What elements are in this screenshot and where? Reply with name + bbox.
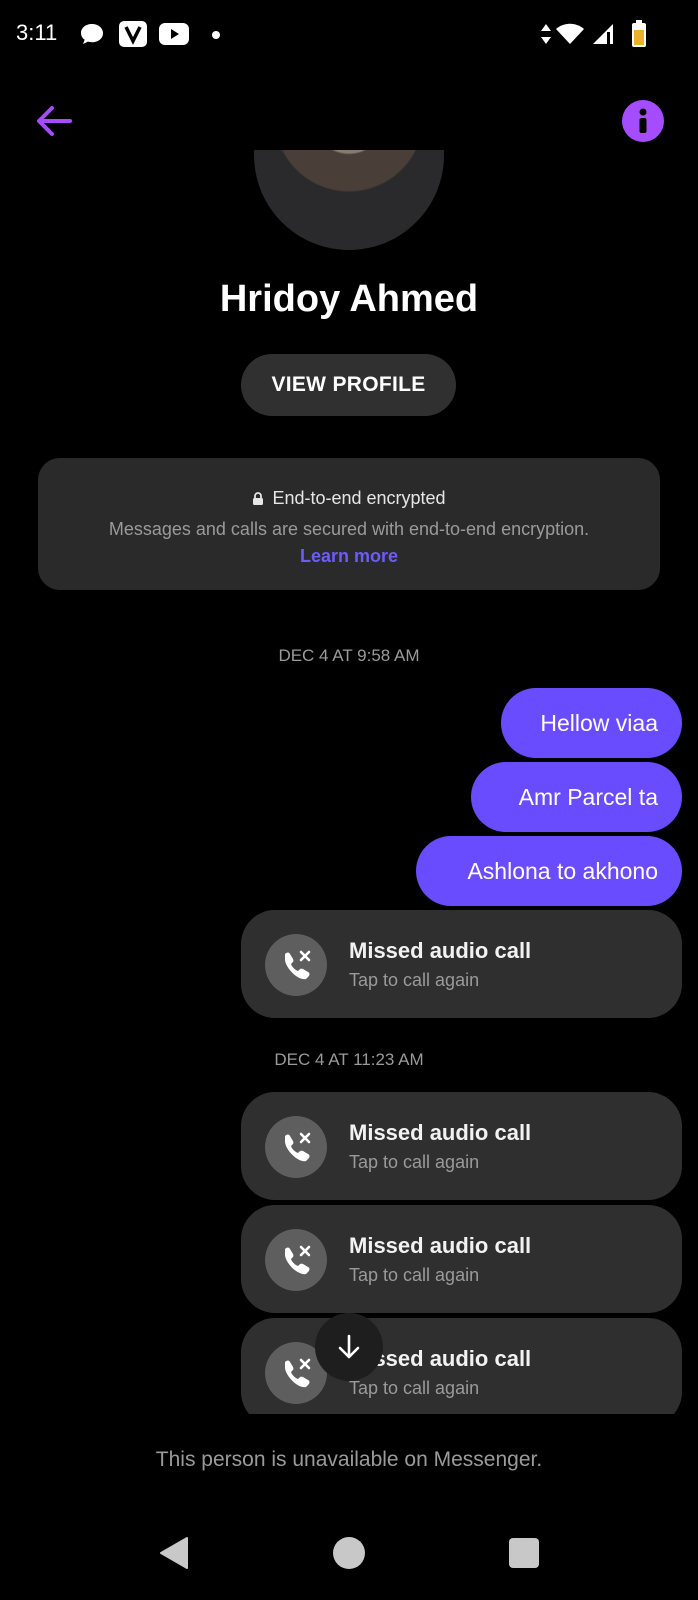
call-title: Missed audio call [349,1233,532,1258]
data-arrows-icon [539,21,553,47]
missed-call-card[interactable]: Missed audio call Tap to call again [241,1205,682,1313]
message-bubble[interactable]: Amr Parcel ta [471,762,682,832]
back-button[interactable] [30,96,80,146]
message-bubble[interactable]: Hellow viaa [501,688,682,758]
triangle-back-icon [160,1537,188,1569]
arrow-left-icon [37,106,72,136]
signal-icon [590,21,616,47]
avatar[interactable] [254,150,444,250]
missed-call-card[interactable]: Missed audio call Tap to call again [241,1092,682,1200]
nav-recents-button[interactable] [509,1538,539,1568]
encryption-description: Messages and calls are secured with end-… [108,519,590,539]
missed-call-icon [265,1229,327,1291]
v-app-icon [118,21,148,47]
view-profile-button[interactable]: VIEW PROFILE [241,354,456,416]
unavailable-notice: This person is unavailable on Messenger. [155,1448,543,1471]
missed-call-card[interactable]: Missed audio call Tap to call again [241,1318,682,1426]
wifi-icon [554,21,586,47]
call-title: Missed audio call [349,1120,532,1145]
status-bar: 3:11 [0,0,698,72]
contact-name: Hridoy Ahmed [219,278,479,320]
missed-call-icon [265,1116,327,1178]
message-bubble[interactable]: Ashlona to akhono [416,836,682,906]
arrow-down-icon [338,1334,360,1359]
info-button[interactable] [622,100,664,142]
scroll-to-bottom-button[interactable] [315,1313,383,1381]
timestamp: DEC 4 AT 11:23 AM [274,1050,424,1069]
info-icon [639,108,647,133]
nav-back-button[interactable] [158,1536,190,1575]
dot-icon [212,31,220,39]
call-subtitle: Tap to call again [349,1265,480,1285]
status-time: 3:11 [16,20,58,45]
learn-more-link[interactable]: Learn more [300,546,398,566]
missed-call-icon [265,934,327,996]
missed-call-card[interactable]: Missed audio call Tap to call again [241,910,682,1018]
call-subtitle: Tap to call again [349,1152,480,1172]
lock-icon [253,491,264,505]
footer-area [0,1414,698,1600]
call-subtitle: Tap to call again [349,970,480,990]
chat-bubble-icon [78,21,106,47]
nav-home-button[interactable] [333,1537,365,1569]
call-title: Missed audio call [349,938,532,963]
encryption-title: End-to-end encrypted [272,488,446,508]
encryption-notice: End-to-end encrypted Messages and calls … [38,458,660,590]
battery-icon [630,20,648,47]
timestamp: DEC 4 AT 9:58 AM [278,646,420,665]
call-subtitle: Tap to call again [349,1378,480,1398]
youtube-icon [158,21,190,47]
